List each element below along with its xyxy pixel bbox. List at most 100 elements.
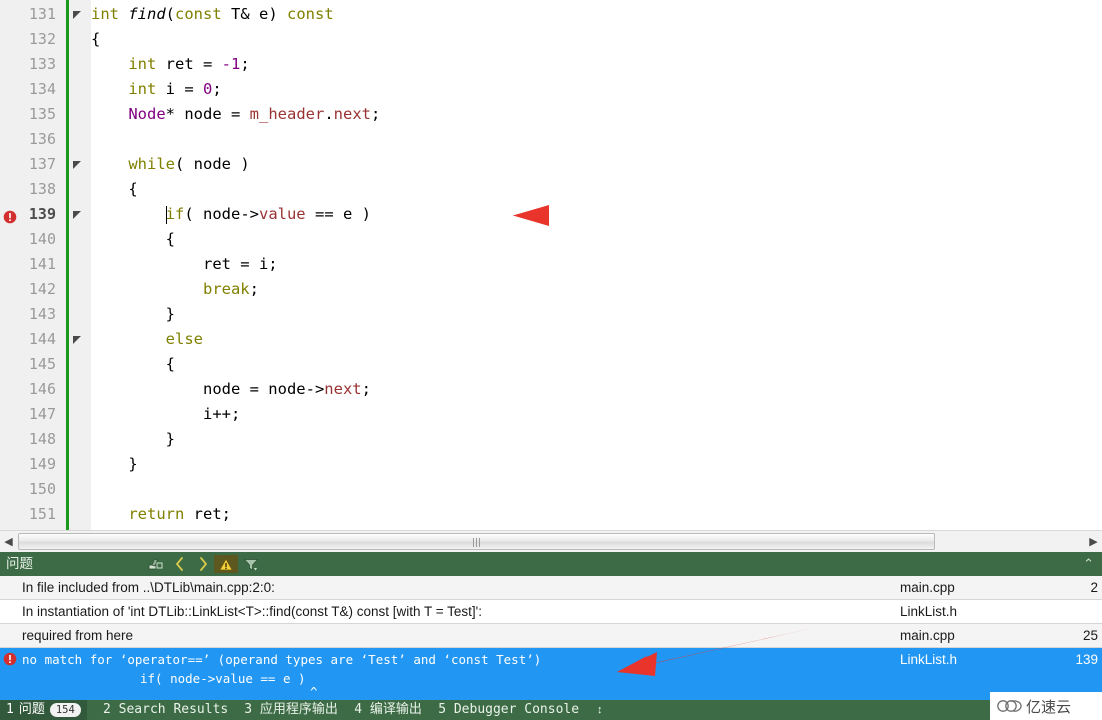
problems-list[interactable]: In file included from ..\DTLib\main.cpp:…: [0, 576, 1102, 700]
code-line: 150: [0, 477, 1102, 502]
line-number: 143: [28, 305, 56, 323]
problem-count-badge: 154: [49, 703, 81, 717]
code-line-text: }: [91, 430, 175, 448]
scroll-right-arrow-icon[interactable]: ▶: [1085, 531, 1102, 552]
fold-toggle-icon[interactable]: [73, 211, 81, 219]
output-tab-label: Debugger Console: [453, 702, 580, 717]
problems-panel-title: 问题: [6, 556, 33, 571]
line-number: 132: [28, 30, 56, 48]
code-line-text: {: [91, 30, 101, 48]
code-line: 134 int i = 0;: [0, 77, 1102, 102]
code-line: 146 node = node->next;: [0, 377, 1102, 402]
line-number: 141: [28, 255, 56, 273]
line-number: 131: [28, 5, 56, 23]
problem-file: LinkList.h: [900, 652, 958, 667]
line-number: 136: [28, 130, 56, 148]
problem-line-number: 2: [1090, 580, 1098, 595]
code-line-text: {: [91, 230, 175, 248]
code-line: 151 return ret;: [0, 502, 1102, 527]
output-pane-updown-icon[interactable]: ↕: [597, 700, 603, 720]
collapse-panel-icon[interactable]: ⌃: [1083, 552, 1094, 576]
problem-message: In instantiation of 'int DTLib::LinkList…: [22, 604, 483, 619]
line-number: 133: [28, 55, 56, 73]
next-problem-icon[interactable]: [192, 555, 214, 573]
problem-file: main.cpp: [900, 580, 955, 595]
problem-line-number: 25: [1082, 628, 1098, 643]
line-number: 140: [28, 230, 56, 248]
clear-icon[interactable]: [144, 555, 166, 573]
problem-line-number: 139: [1075, 652, 1098, 667]
line-number: 142: [28, 280, 56, 298]
problem-message: required from here: [22, 628, 134, 643]
scrollbar-thumb[interactable]: [18, 533, 935, 550]
cloud-logo-icon: [997, 700, 1022, 712]
code-line: 136: [0, 127, 1102, 152]
code-line-text: int ret = -1;: [128, 55, 250, 73]
code-line: 142 break;: [0, 277, 1102, 302]
output-tab-label: 应用程序输出: [259, 702, 338, 717]
code-line: 138 {: [0, 177, 1102, 202]
code-line-text: break;: [202, 280, 259, 298]
code-line: 145 {: [0, 352, 1102, 377]
code-line-text: node = node->next;: [91, 380, 371, 398]
text-caret: [165, 206, 167, 224]
code-line-text: if( node->value == e ): [165, 205, 371, 223]
code-line-text: {: [91, 355, 175, 373]
scroll-left-arrow-icon[interactable]: ◀: [0, 531, 17, 552]
code-editor[interactable]: 131 int find(const T& e) const 132 {133 int…: [0, 0, 1102, 530]
output-tab[interactable]: 3 应用程序输出: [244, 700, 338, 720]
problem-row[interactable]: In instantiation of 'int DTLib::LinkList…: [0, 600, 1102, 624]
output-tab[interactable]: 5 Debugger Console: [438, 700, 579, 720]
output-tab-number: 4: [354, 702, 363, 717]
problems-panel-header: 问题 ⌃: [0, 552, 1102, 576]
scrollbar-grip-icon: [472, 538, 482, 547]
line-number: 148: [28, 430, 56, 448]
output-tab[interactable]: 2 Search Results: [103, 700, 228, 720]
editor-horizontal-scrollbar[interactable]: ◀ ▶: [0, 530, 1102, 552]
output-tab-number: 1: [6, 702, 14, 717]
output-tab-number: 2: [103, 702, 111, 717]
code-line-text: else: [165, 330, 203, 348]
code-line: 131 int find(const T& e) const: [0, 2, 1102, 27]
line-number: 147: [28, 405, 56, 423]
code-line: 141 ret = i;: [0, 252, 1102, 277]
output-tab-label: Search Results: [118, 702, 229, 717]
output-pane-status-bar: 1 问题 154 2 Search Results 3 应用程序输出 4 编译输出 5 De…: [0, 700, 1102, 720]
problem-row[interactable]: In file included from ..\DTLib\main.cpp:…: [0, 576, 1102, 600]
watermark: 亿速云: [990, 692, 1102, 720]
problem-row[interactable]: required from here main.cpp 25: [0, 624, 1102, 648]
line-number: 146: [28, 380, 56, 398]
code-line-text: }: [91, 305, 175, 323]
previous-problem-icon[interactable]: [168, 555, 190, 573]
code-line-text: i++;: [91, 405, 241, 423]
problem-row-selected[interactable]: no match for ‘operator==’ (operand types…: [0, 648, 1102, 700]
filter-icon[interactable]: [240, 555, 262, 573]
code-line: 144 else: [0, 327, 1102, 352]
line-number: 150: [28, 480, 56, 498]
watermark-text: 亿速云: [1026, 698, 1072, 716]
fold-toggle-icon[interactable]: [73, 11, 81, 19]
ide-window: 131 int find(const T& e) const 132 {133 int…: [0, 0, 1102, 720]
code-line: 135 Node* node = m_header.next;: [0, 102, 1102, 127]
output-tab[interactable]: 4 编译输出: [354, 700, 422, 720]
line-number: 149: [28, 455, 56, 473]
code-line: 133 int ret = -1;: [0, 52, 1102, 77]
output-tab-label: 问题: [18, 702, 45, 717]
code-line: 140 {: [0, 227, 1102, 252]
line-number: 137: [28, 155, 56, 173]
problem-file: LinkList.h: [900, 604, 958, 619]
fold-toggle-icon[interactable]: [73, 336, 81, 344]
code-line: 143 }: [0, 302, 1102, 327]
warning-filter-icon[interactable]: [214, 555, 238, 573]
line-number: 135: [28, 105, 56, 123]
line-number: 151: [28, 505, 56, 523]
code-line-text: }: [91, 455, 138, 473]
fold-toggle-icon[interactable]: [73, 161, 81, 169]
output-tab[interactable]: 1 问题 154: [0, 700, 87, 720]
line-number: 138: [28, 180, 56, 198]
code-line: 147 i++;: [0, 402, 1102, 427]
problem-caret-marker: ^: [310, 684, 318, 699]
code-line-text: int find(const T& e) const: [91, 5, 334, 23]
code-line-text: ret = i;: [91, 255, 278, 273]
line-number: 134: [28, 80, 56, 98]
